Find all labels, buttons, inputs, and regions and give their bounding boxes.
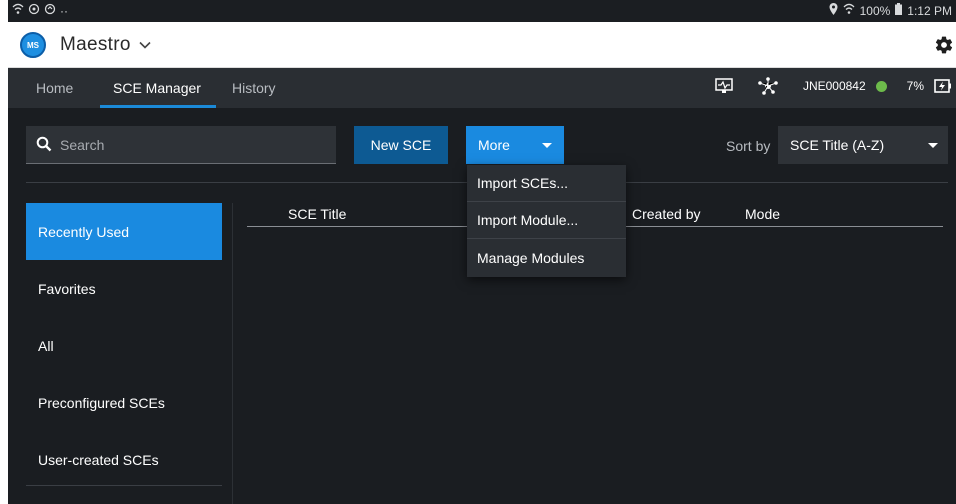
new-sce-button[interactable]: New SCE <box>354 126 448 164</box>
search-box[interactable] <box>26 126 336 164</box>
app-bar: MS Maestro <box>8 22 956 68</box>
search-icon <box>36 136 52 152</box>
charging-battery-icon <box>934 79 951 93</box>
nav-status-area: JNE000842 7% <box>715 77 952 95</box>
more-button-label: More <box>478 137 510 153</box>
sidebar-divider <box>26 485 222 486</box>
app-frame: ·· 100% 1:12 PM MS Maestro Home SCE Mana… <box>8 0 956 504</box>
column-header-mode[interactable]: Mode <box>745 206 780 222</box>
battery-percent: 100% <box>859 3 891 18</box>
device-status-bar: ·· 100% 1:12 PM <box>8 0 956 22</box>
sidebar-item-recently-used[interactable]: Recently Used <box>26 203 222 260</box>
more-dropdown-menu: Import SCEs... Import Module... Manage M… <box>467 165 626 277</box>
app-title[interactable]: Maestro <box>60 34 131 56</box>
sce-category-sidebar: Recently Used Favorites All Preconfigure… <box>26 203 222 488</box>
monitor-icon[interactable] <box>715 78 733 94</box>
sidebar-item-user-created[interactable]: User-created SCEs <box>26 431 222 488</box>
status-icons-right: 100% 1:12 PM <box>829 3 952 18</box>
sidebar-item-favorites[interactable]: Favorites <box>26 260 222 317</box>
app-logo: MS <box>20 32 46 58</box>
location-icon <box>829 3 838 18</box>
nav-bar: Home SCE Manager History JNE000842 7% <box>8 68 956 108</box>
wifi-signal-icon <box>843 3 855 18</box>
wifi-icon <box>12 3 24 18</box>
battery-icon <box>895 3 903 18</box>
device-battery-level: 7% <box>906 79 924 93</box>
status-icons-left: ·· <box>12 3 68 18</box>
sort-selected-value: SCE Title (A-Z) <box>790 137 885 153</box>
chevron-down-icon[interactable] <box>138 38 152 52</box>
caret-down-icon <box>928 143 938 148</box>
sort-by-label: Sort by <box>726 138 771 154</box>
search-input[interactable] <box>60 126 330 163</box>
device-id: JNE000842 <box>802 79 866 93</box>
more-button[interactable]: More <box>466 126 564 164</box>
sidebar-item-all[interactable]: All <box>26 317 222 374</box>
notification-icon <box>44 3 56 18</box>
connection-status-dot <box>875 80 887 92</box>
caret-down-icon <box>542 143 552 148</box>
column-header-sce-title[interactable]: SCE Title <box>288 206 346 222</box>
menu-item-import-module[interactable]: Import Module... <box>467 202 626 239</box>
tab-history[interactable]: History <box>232 80 276 96</box>
sync-icon <box>28 3 40 18</box>
clock: 1:12 PM <box>907 3 952 18</box>
column-header-created-by[interactable]: Created by <box>632 206 700 222</box>
more-notifications-icon: ·· <box>60 3 68 18</box>
tab-home[interactable]: Home <box>36 80 73 96</box>
gear-icon[interactable] <box>934 35 954 55</box>
menu-item-manage-modules[interactable]: Manage Modules <box>467 239 626 277</box>
sidebar-separator <box>232 203 233 504</box>
network-icon[interactable] <box>757 77 779 95</box>
tab-sce-manager[interactable]: SCE Manager <box>113 80 201 96</box>
sidebar-item-preconfigured[interactable]: Preconfigured SCEs <box>26 374 222 431</box>
menu-item-import-sces[interactable]: Import SCEs... <box>467 165 626 202</box>
sort-select[interactable]: SCE Title (A-Z) <box>778 126 948 164</box>
